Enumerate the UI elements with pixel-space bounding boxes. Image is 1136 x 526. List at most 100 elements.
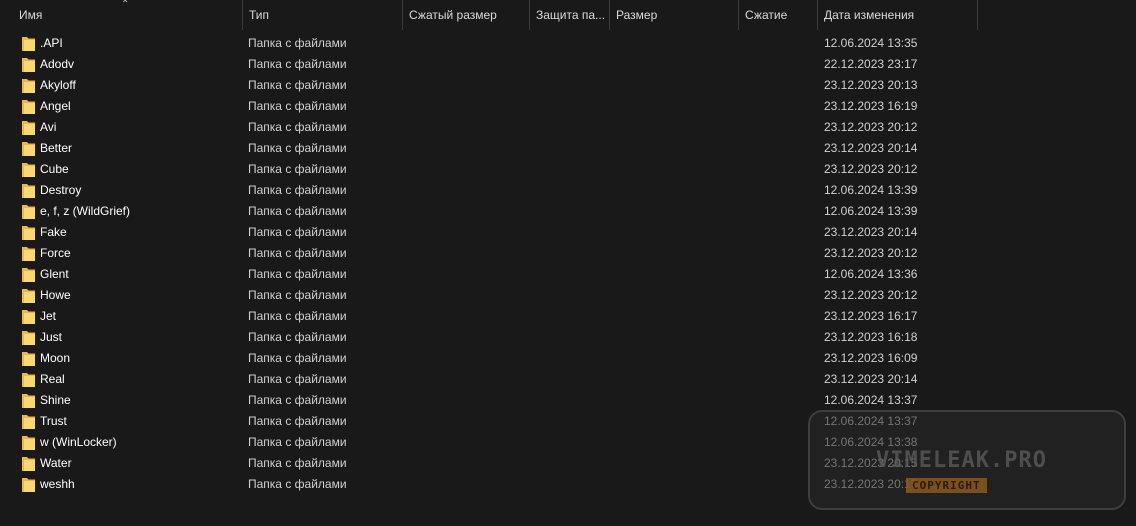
column-header-protection[interactable]: Защита па... [530, 0, 610, 30]
folder-icon [22, 78, 35, 93]
file-row[interactable]: w (WinLocker) Папка с файлами 12.06.2024 1… [0, 432, 980, 453]
file-name: Real [40, 372, 65, 386]
file-name: Cube [40, 162, 69, 176]
file-row[interactable]: Avi Папка с файлами 23.12.2023 20:12 [0, 117, 980, 138]
file-type: Папка с файлами [248, 435, 347, 449]
file-type: Папка с файлами [248, 141, 347, 155]
file-name: Better [40, 141, 73, 155]
file-row[interactable]: Akyloff Папка с файлами 23.12.2023 20:13 [0, 75, 980, 96]
file-row[interactable]: weshh Папка с файлами 23.12.2023 20:15 [0, 474, 980, 495]
folder-icon [22, 477, 35, 492]
file-row[interactable]: Better Папка с файлами 23.12.2023 20:14 [0, 138, 980, 159]
file-explorer: ⌃ Имя Тип Сжатый размер Защита па... Раз… [0, 0, 1136, 526]
column-header-name-label: Имя [19, 8, 43, 22]
file-name: Akyloff [40, 78, 76, 92]
file-row[interactable]: Real Папка с файлами 23.12.2023 20:14 [0, 369, 980, 390]
file-name: Trust [40, 414, 67, 428]
file-row[interactable]: Angel Папка с файлами 23.12.2023 16:19 [0, 96, 980, 117]
folder-icon [22, 393, 35, 408]
file-row[interactable]: Adodv Папка с файлами 22.12.2023 23:17 [0, 54, 980, 75]
file-row[interactable]: Moon Папка с файлами 23.12.2023 16:09 [0, 348, 980, 369]
file-modified-date: 23.12.2023 20:13 [824, 78, 918, 92]
folder-icon [22, 435, 35, 450]
file-type: Папка с файлами [248, 162, 347, 176]
file-modified-date: 23.12.2023 20:12 [824, 246, 918, 260]
file-row[interactable]: Glent Папка с файлами 12.06.2024 13:36 [0, 264, 980, 285]
column-header-compression-label: Сжатие [745, 8, 788, 22]
file-modified-date: 12.06.2024 13:36 [824, 267, 918, 281]
file-row[interactable]: .API Папка с файлами 12.06.2024 13:35 [0, 33, 980, 54]
file-type: Папка с файлами [248, 57, 347, 71]
folder-icon [22, 330, 35, 345]
file-row[interactable]: e, f, z (WildGrief) Папка с файлами 12.06.… [0, 201, 980, 222]
folder-icon [22, 288, 35, 303]
column-header-compression[interactable]: Сжатие [739, 0, 818, 30]
file-modified-date: 23.12.2023 20:14 [824, 372, 918, 386]
file-type: Папка с файлами [248, 288, 347, 302]
file-modified-date: 12.06.2024 13:38 [824, 435, 918, 449]
file-row[interactable]: Force Папка с файлами 23.12.2023 20:12 [0, 243, 980, 264]
file-row[interactable]: Shine Папка с файлами 12.06.2024 13:37 [0, 390, 980, 411]
file-modified-date: 23.12.2023 20:15 [824, 477, 918, 491]
file-modified-date: 23.12.2023 16:09 [824, 351, 918, 365]
folder-icon [22, 372, 35, 387]
column-header-type-label: Тип [249, 8, 270, 22]
column-header-type[interactable]: Тип [243, 0, 403, 30]
file-type: Папка с файлами [248, 372, 347, 386]
file-modified-date: 23.12.2023 20:14 [824, 141, 918, 155]
file-modified-date: 23.12.2023 20:15 [824, 456, 918, 470]
file-name: Just [40, 330, 63, 344]
file-type: Папка с файлами [248, 477, 347, 491]
column-header-compressed-size[interactable]: Сжатый размер [403, 0, 530, 30]
file-type: Папка с файлами [248, 225, 347, 239]
file-type: Папка с файлами [248, 183, 347, 197]
file-modified-date: 23.12.2023 16:17 [824, 309, 918, 323]
file-list: .API Папка с файлами 12.06.2024 13:35 Adodv… [0, 33, 1136, 495]
folder-icon [22, 183, 35, 198]
file-modified-date: 23.12.2023 20:14 [824, 225, 918, 239]
file-name: Water [40, 456, 72, 470]
file-row[interactable]: Cube Папка с файлами 23.12.2023 20:12 [0, 159, 980, 180]
folder-icon [22, 36, 35, 51]
file-name: Glent [40, 267, 69, 281]
column-header-compressed-size-label: Сжатый размер [409, 8, 497, 22]
file-row[interactable]: Howe Папка с файлами 23.12.2023 20:12 [0, 285, 980, 306]
file-row[interactable]: Water Папка с файлами 23.12.2023 20:15 [0, 453, 980, 474]
file-name: e, f, z (WildGrief) [40, 204, 131, 218]
file-row[interactable]: Just Папка с файлами 23.12.2023 16:18 [0, 327, 980, 348]
folder-icon [22, 309, 35, 324]
column-header-bar: ⌃ Имя Тип Сжатый размер Защита па... Раз… [0, 0, 980, 30]
folder-icon [22, 351, 35, 366]
file-type: Папка с файлами [248, 36, 347, 50]
file-modified-date: 12.06.2024 13:39 [824, 204, 918, 218]
file-modified-date: 23.12.2023 20:12 [824, 288, 918, 302]
column-header-size-label: Размер [616, 8, 658, 22]
file-row[interactable]: Trust Папка с файлами 12.06.2024 13:37 [0, 411, 980, 432]
column-header-modified[interactable]: Дата изменения [818, 0, 978, 30]
folder-icon [22, 267, 35, 282]
file-modified-date: 12.06.2024 13:39 [824, 183, 918, 197]
file-modified-date: 12.06.2024 13:35 [824, 36, 918, 50]
column-header-size[interactable]: Размер [610, 0, 739, 30]
file-row[interactable]: Jet Папка с файлами 23.12.2023 16:17 [0, 306, 980, 327]
file-name: Force [40, 246, 71, 260]
file-name: Destroy [40, 183, 82, 197]
file-modified-date: 12.06.2024 13:37 [824, 414, 918, 428]
file-name: .API [40, 36, 63, 50]
folder-icon [22, 414, 35, 429]
file-name: Jet [40, 309, 57, 323]
file-modified-date: 12.06.2024 13:37 [824, 393, 918, 407]
file-type: Папка с файлами [248, 78, 347, 92]
column-header-protection-label: Защита па... [536, 8, 606, 22]
folder-icon [22, 456, 35, 471]
file-row[interactable]: Destroy Папка с файлами 12.06.2024 13:39 [0, 180, 980, 201]
file-type: Папка с файлами [248, 393, 347, 407]
file-type: Папка с файлами [248, 414, 347, 428]
file-row[interactable]: Fake Папка с файлами 23.12.2023 20:14 [0, 222, 980, 243]
file-name: weshh [40, 477, 75, 491]
folder-icon [22, 120, 35, 135]
column-header-name[interactable]: ⌃ Имя [0, 0, 243, 30]
file-type: Папка с файлами [248, 267, 347, 281]
folder-icon [22, 99, 35, 114]
file-type: Папка с файлами [248, 204, 347, 218]
